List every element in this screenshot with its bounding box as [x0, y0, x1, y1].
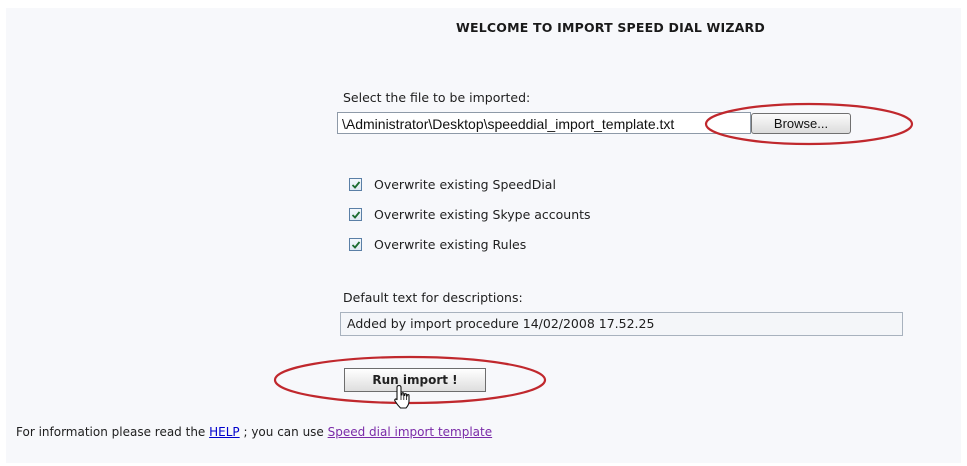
checkmark-icon — [351, 240, 361, 249]
info-text: For information please read the HELP ; y… — [16, 425, 492, 439]
option-label: Overwrite existing Skype accounts — [374, 206, 591, 222]
run-import-button[interactable]: Run import ! — [344, 368, 486, 392]
info-prefix: For information please read the — [16, 425, 210, 439]
wizard-title: WELCOME TO IMPORT SPEED DIAL WIZARD — [456, 20, 765, 35]
info-middle: ; you can use — [239, 425, 328, 439]
option-overwrite-skype-accounts[interactable]: Overwrite existing Skype accounts — [349, 205, 591, 223]
checkbox-overwrite-rules[interactable] — [349, 237, 362, 251]
template-link[interactable]: Speed dial import template — [328, 425, 493, 439]
option-label: Overwrite existing SpeedDial — [374, 176, 556, 192]
file-label: Select the file to be imported: — [343, 90, 531, 105]
description-input[interactable]: Added by import procedure 14/02/2008 17.… — [340, 312, 903, 336]
file-path-input[interactable]: \Administrator\Desktop\speeddial_import_… — [337, 112, 751, 134]
option-overwrite-speeddial[interactable]: Overwrite existing SpeedDial — [349, 175, 556, 193]
help-link[interactable]: HELP — [209, 425, 240, 439]
checkbox-overwrite-skype-accounts[interactable] — [349, 207, 362, 221]
hand-pointer-icon — [394, 384, 410, 409]
checkbox-overwrite-speeddial[interactable] — [349, 177, 362, 191]
file-picker: \Administrator\Desktop\speeddial_import_… — [337, 112, 897, 136]
option-label: Overwrite existing Rules — [374, 236, 527, 252]
option-overwrite-rules[interactable]: Overwrite existing Rules — [349, 235, 526, 253]
description-label: Default text for descriptions: — [343, 290, 523, 305]
checkmark-icon — [351, 210, 361, 219]
checkmark-icon — [351, 180, 361, 189]
browse-button[interactable]: Browse... — [751, 113, 851, 134]
